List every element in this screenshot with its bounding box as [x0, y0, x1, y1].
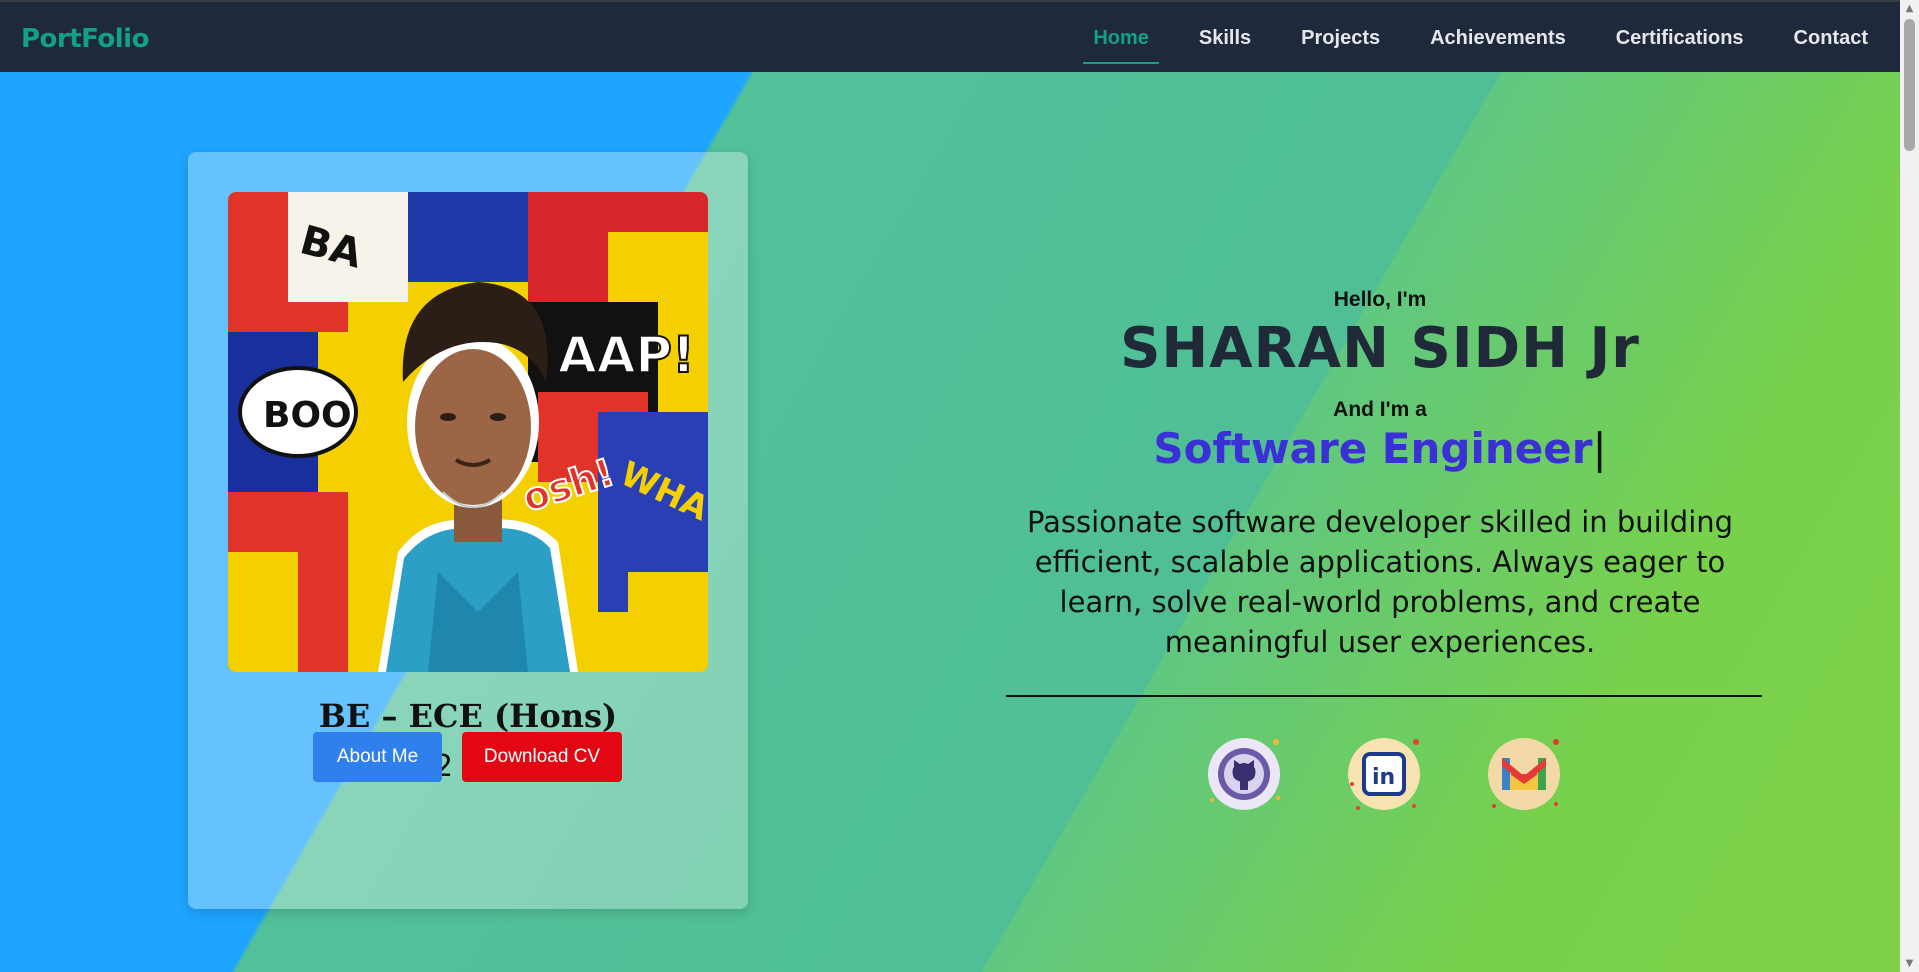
scroll-down-arrow-icon[interactable]: ▼ — [1900, 955, 1919, 972]
nav-item-achievements[interactable]: Achievements — [1430, 2, 1566, 74]
linkedin-link[interactable]: in — [1344, 734, 1424, 814]
brand-logo[interactable]: PortFolio — [21, 24, 149, 54]
nav-item-home[interactable]: Home — [1083, 2, 1159, 74]
github-icon — [1208, 738, 1280, 810]
github-link[interactable] — [1204, 734, 1284, 814]
svg-text:BOO: BOO — [263, 395, 352, 436]
degree-title: BE – ECE (Hons) — [318, 697, 618, 735]
person-name: SHARAN SIDH Jr — [1120, 316, 1640, 381]
nav-item-skills[interactable]: Skills — [1199, 2, 1251, 74]
nav-item-contact[interactable]: Contact — [1794, 2, 1868, 74]
profile-photo-illustration: BOO BA AAP! WHA osh! HA ! — [228, 192, 708, 672]
download-cv-button[interactable]: Download CV — [462, 732, 622, 782]
hero-section: BOO BA AAP! WHA osh! HA ! BE – ECE (Hons… — [0, 72, 1900, 972]
intro-description: Passionate software developer skilled in… — [1026, 505, 1734, 659]
gmail-link[interactable] — [1484, 734, 1564, 814]
svg-text:AAP!: AAP! — [558, 326, 695, 384]
profile-card: BOO BA AAP! WHA osh! HA ! BE – ECE (Hons… — [188, 152, 748, 909]
nav-item-certifications[interactable]: Certifications — [1616, 2, 1744, 74]
divider — [1006, 695, 1762, 697]
role-text: Software Engineer — [1153, 424, 1593, 473]
linkedin-icon-text: in — [1372, 765, 1395, 790]
page-scrollbar[interactable]: ▲ ▼ — [1900, 0, 1919, 972]
greeting-text: Hello, I'm — [1333, 288, 1427, 311]
nav-item-projects[interactable]: Projects — [1301, 2, 1380, 74]
svg-text:!: ! — [228, 246, 251, 304]
role-prefix: And I'm a — [1333, 398, 1427, 421]
linkedin-icon: in — [1348, 738, 1420, 810]
navbar: PortFolio Home Skills Projects Achieveme… — [0, 0, 1900, 72]
about-me-button[interactable]: About Me — [313, 732, 442, 782]
social-links: in — [1204, 734, 1560, 814]
gmail-icon — [1488, 738, 1560, 810]
nav-links: Home Skills Projects Achievements Certif… — [1043, 2, 1868, 74]
intro-section: Hello, I'm SHARAN SIDH Jr And I'm a Soft… — [980, 72, 1780, 972]
typing-cursor: | — [1592, 424, 1607, 473]
role-title: Software Engineer| — [980, 424, 1780, 473]
scrollbar-thumb[interactable] — [1904, 19, 1915, 151]
scroll-up-arrow-icon[interactable]: ▲ — [1900, 0, 1919, 17]
profile-photo: BOO BA AAP! WHA osh! HA ! — [228, 192, 708, 672]
